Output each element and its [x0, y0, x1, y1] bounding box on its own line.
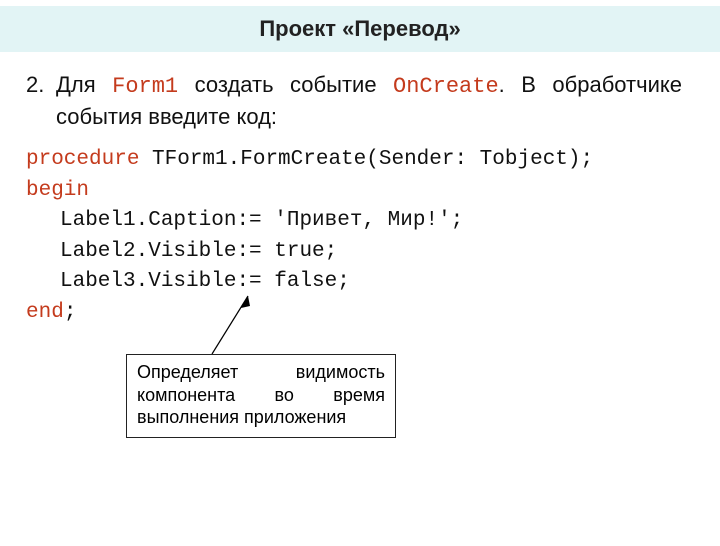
callout-note: Определяет видимость компонента во время…	[126, 354, 396, 438]
code-line: Label3.Visible:= false;	[26, 267, 682, 297]
code-text: ;	[64, 301, 77, 324]
code-text: ;	[337, 270, 350, 293]
code-line: procedure TForm1.FormCreate(Sender: Tobj…	[26, 145, 682, 175]
code-text: Label2.Visible	[60, 240, 236, 263]
content-area: 2. Для Form1 создать событие OnCreate. В…	[0, 52, 720, 328]
code-line: Label2.Visible:= true;	[26, 237, 682, 267]
code-text: :=	[236, 270, 274, 293]
code-block: procedure TForm1.FormCreate(Sender: Tobj…	[26, 145, 682, 328]
code-line: begin	[26, 176, 682, 206]
code-text: ;	[325, 240, 338, 263]
code-inline-oncreate: OnCreate	[393, 74, 499, 99]
code-text: Label3.Visible	[60, 270, 236, 293]
code-text: false	[274, 270, 337, 293]
code-text: TForm1.FormCreate(Sender: Tobject);	[139, 148, 593, 171]
title-bar: Проект «Перевод»	[0, 6, 720, 52]
text-part: Для	[56, 72, 112, 97]
code-text: :=	[236, 240, 274, 263]
keyword-end: end	[26, 301, 64, 324]
code-text: Label1.Caption	[60, 209, 236, 232]
code-text: true	[274, 240, 324, 263]
callout-arrow-icon	[208, 296, 268, 356]
keyword-begin: begin	[26, 179, 89, 202]
page-title: Проект «Перевод»	[259, 16, 460, 42]
code-inline-form1: Form1	[112, 74, 178, 99]
step-number: 2.	[26, 70, 56, 131]
callout-text: Определяет видимость компонента во время…	[137, 362, 385, 427]
code-line: end;	[26, 298, 682, 328]
keyword-procedure: procedure	[26, 148, 139, 171]
text-part: создать событие	[178, 72, 393, 97]
code-text: := 'Привет, Мир!';	[236, 209, 463, 232]
code-line: Label1.Caption:= 'Привет, Мир!';	[26, 206, 682, 236]
step-text: Для Form1 создать событие OnCreate. В об…	[56, 70, 682, 131]
step-instruction: 2. Для Form1 создать событие OnCreate. В…	[26, 70, 682, 131]
